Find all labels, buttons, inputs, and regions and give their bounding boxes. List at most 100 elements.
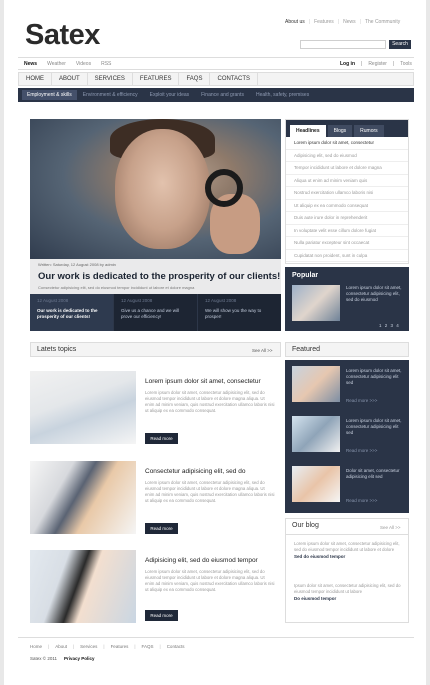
hero-title[interactable]: Our work is dedicated to the prosperity … — [38, 271, 280, 282]
featured-read-more[interactable]: Read more >>> — [346, 398, 377, 403]
divider — [18, 57, 414, 58]
popular-pagination[interactable]: 1 2 3 4 — [379, 323, 400, 328]
blog-item: Lorem ipsum dolor sit amet, consectetur … — [294, 541, 404, 559]
hero-slide-text: Our work is dedicated to the prosperity … — [37, 308, 98, 319]
site-logo[interactable]: Satex — [25, 19, 100, 52]
hero-caption: Written: Saturday, 12 August 2008 by adm… — [30, 259, 281, 294]
list-item[interactable]: Lorem ipsum dolor sit amet, consectetur — [286, 137, 408, 150]
subnav-news[interactable]: News — [24, 61, 37, 67]
topic-image[interactable] — [30, 371, 136, 444]
footer-link-about[interactable]: About — [55, 644, 67, 649]
blog-link[interactable]: Do eiusmod tempor — [294, 596, 404, 601]
featured-item: Dolor sit amet, consectetur adipisicing … — [292, 466, 404, 510]
category-employment[interactable]: Employment & skills — [22, 90, 77, 100]
subnav-videos[interactable]: Videos — [76, 61, 91, 67]
popular-image[interactable] — [292, 285, 340, 321]
featured-image[interactable] — [292, 466, 340, 502]
read-more-button[interactable]: Read more — [145, 610, 178, 621]
featured-read-more[interactable]: Read more >>> — [346, 448, 377, 453]
popular-text: Lorem ipsum dolor sit amet, consectetur … — [346, 285, 402, 302]
footer-separator: | — [48, 644, 50, 649]
top-link-features[interactable]: Features — [314, 19, 334, 25]
hero-slide-tabs: 12 August 2008 Our work is dedicated to … — [30, 294, 281, 331]
footer-link-features[interactable]: Features — [111, 644, 129, 649]
list-item[interactable]: Tempor incididunt ut labore et dolore ma… — [286, 162, 408, 175]
list-item[interactable]: Cupidatat non proident, sunt in culpa — [286, 250, 408, 262]
login-link[interactable]: Log in — [340, 61, 355, 67]
hero-slide-tab[interactable]: 12 August 2008 We will show you the way … — [198, 294, 281, 331]
tab-blogs[interactable]: Blogs — [327, 125, 353, 137]
blog-link[interactable]: Sed do eiusmod tempor — [294, 554, 404, 559]
search-button[interactable]: Search — [389, 40, 411, 49]
topic-title[interactable]: Consectetur adipisicing elit, sed do — [145, 468, 245, 475]
nav-home[interactable]: HOME — [19, 73, 52, 85]
featured-header: Featured — [285, 342, 409, 357]
featured-item: Lorem ipsum dolor sit amet, consectetur … — [292, 416, 404, 460]
hero-description: Consectetur adipisicing elit, sed do eiu… — [38, 285, 195, 290]
footer-link-faqs[interactable]: FAQS — [142, 644, 154, 649]
subnav-rss[interactable]: RSS — [101, 61, 111, 67]
read-more-button[interactable]: Read more — [145, 523, 178, 534]
see-all-link[interactable]: See All >> — [252, 348, 273, 353]
nav-about[interactable]: ABOUT — [52, 73, 88, 85]
topic-text: Lorem ipsum dolor sit amet, consectetur … — [145, 569, 275, 592]
top-link-about[interactable]: About us — [285, 19, 305, 25]
nav-contacts[interactable]: CONTACTS — [210, 73, 259, 85]
hero-slide-date: 12 August 2008 — [37, 298, 69, 303]
popular-widget: Popular Lorem ipsum dolor sit amet, cons… — [285, 267, 409, 331]
topic-item: Lorem ipsum dolor sit amet, consectetur … — [30, 371, 281, 449]
featured-image[interactable] — [292, 366, 340, 402]
featured-read-more[interactable]: Read more >>> — [346, 498, 377, 503]
hero-slide-tab[interactable]: 12 August 2008 Our work is dedicated to … — [30, 294, 114, 331]
nav-services[interactable]: SERVICES — [88, 73, 133, 85]
featured-image[interactable] — [292, 416, 340, 452]
privacy-policy-link[interactable]: Privacy Policy — [64, 656, 95, 661]
category-health[interactable]: Health, safety, premises — [250, 92, 315, 98]
tools-link[interactable]: Tools — [400, 61, 412, 67]
hero-slide-tab[interactable]: 12 August 2008 Give us a chance and we w… — [114, 294, 198, 331]
footer-copyright: Satex © 2011 Privacy Policy — [30, 656, 95, 661]
topic-title[interactable]: Adipisicing elit, sed do eiusmod tempor — [145, 557, 258, 564]
list-item[interactable]: In voluptate velit esse cillum dolore fu… — [286, 225, 408, 237]
featured-text: Lorem ipsum dolor sit amet, consectetur … — [346, 418, 402, 435]
category-environment[interactable]: Environment & efficiency — [77, 92, 144, 98]
hero-image — [30, 119, 281, 259]
topic-image[interactable] — [30, 550, 136, 623]
top-link-community[interactable]: The Community — [365, 19, 400, 25]
footer-link-home[interactable]: Home — [30, 644, 42, 649]
nav-faqs[interactable]: FAQS — [179, 73, 211, 85]
hero-slide-text: Give us a chance and we will prove our e… — [121, 308, 180, 319]
footer-link-services[interactable]: Services — [80, 644, 97, 649]
footer-link-contacts[interactable]: Contacts — [167, 644, 185, 649]
hero-slider: Written: Saturday, 12 August 2008 by adm… — [30, 119, 281, 331]
register-link[interactable]: Register — [368, 61, 387, 67]
tab-headlines[interactable]: Headlines — [290, 125, 326, 137]
list-item[interactable]: Nostrud exercitation ullamco laboris nis… — [286, 187, 408, 200]
top-link-news[interactable]: News — [343, 19, 356, 25]
list-item[interactable]: Duis aute irure dolor in reprehenderit — [286, 212, 408, 225]
topic-item: Consectetur adipisicing elit, sed do Lor… — [30, 461, 281, 539]
footer-separator: | — [134, 644, 136, 649]
hero-slide-text: We will show you the way to prosper! — [205, 308, 262, 319]
subnav-weather[interactable]: Weather — [47, 61, 66, 67]
list-item[interactable]: Aliqua ut enim ad minim veniam quis — [286, 175, 408, 187]
list-item[interactable]: Adipisicing elit, sed do eiusmod — [286, 150, 408, 162]
account-separator: | — [361, 61, 363, 67]
list-item[interactable]: Ut aliquip ex ea commodo consequat — [286, 200, 408, 212]
list-item[interactable]: Nulla pariatur excepteur sint occaecat — [286, 237, 408, 250]
blog-text: Lorem ipsum dolor sit amet, consectetur … — [294, 541, 400, 552]
top-link-separator: | — [337, 19, 340, 25]
search-input[interactable] — [300, 40, 386, 49]
blog-title: Our blog — [292, 522, 319, 529]
topic-title[interactable]: Lorem ipsum dolor sit amet, consectetur — [145, 378, 261, 385]
blog-see-all-link[interactable]: See All >> — [380, 525, 401, 530]
read-more-button[interactable]: Read more — [145, 433, 178, 444]
hero-meta: Written: Saturday, 12 August 2008 by adm… — [38, 262, 116, 267]
nav-features[interactable]: FEATURES — [133, 73, 180, 85]
tab-rumors[interactable]: Rumors — [354, 125, 384, 137]
top-link-separator: | — [359, 19, 361, 25]
topic-text: Lorem ipsum dolor sit amet, consectetur … — [145, 390, 275, 413]
category-finance[interactable]: Finance and grants — [195, 92, 250, 98]
category-ideas[interactable]: Exploit your ideas — [144, 92, 195, 98]
topic-image[interactable] — [30, 461, 136, 534]
